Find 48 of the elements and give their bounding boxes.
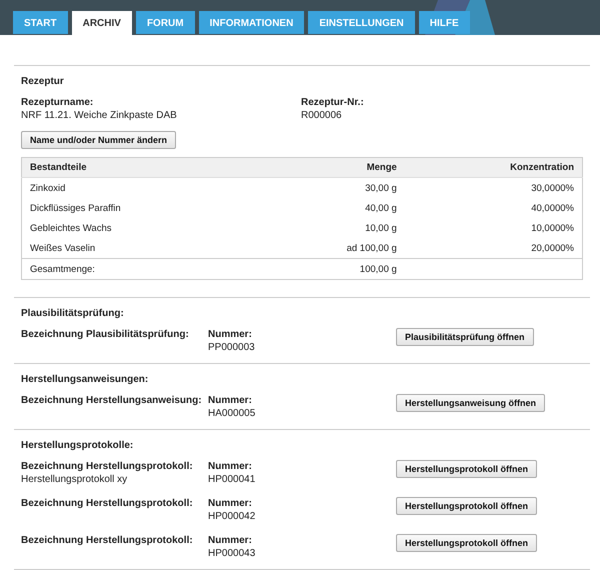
field-label: Nummer:	[208, 328, 253, 341]
field-label: Bezeichnung Herstellungsprotokoll:	[21, 460, 194, 473]
table-cell: Zinkoxid	[22, 178, 258, 198]
table-cell: ad 100,00 g	[258, 238, 405, 258]
field-value: R000006	[301, 109, 343, 122]
field-label: Nummer:	[208, 497, 253, 510]
field-label: Bezeichnung Herstellungsprotokoll:	[21, 534, 194, 547]
column-header: Menge	[258, 158, 405, 178]
table-cell: 20,0000%	[404, 238, 582, 258]
section-heading: Herstellungsprotokolle:	[21, 440, 134, 451]
field-label: Bezeichnung Herstellungsprotokoll:	[21, 497, 194, 510]
table-cell: Gesamtmenge:	[22, 258, 258, 280]
open-button[interactable]: Herstellungsanweisung öffnen	[396, 394, 546, 412]
table-cell: 100,00 g	[258, 258, 405, 280]
nav-tab[interactable]: ARCHIV	[72, 11, 132, 35]
table-cell: 30,00 g	[258, 178, 405, 198]
section-heading: Rezeptur	[21, 76, 65, 87]
field-label: Nummer:	[208, 394, 253, 407]
open-button[interactable]: Herstellungsprotokoll öffnen	[396, 460, 538, 478]
field-label: Bezeichnung Plausibilitätsprüfung:	[21, 328, 190, 341]
table-cell: Gebleichtes Wachs	[22, 218, 258, 238]
section-heading: Herstellungsanweisungen:	[21, 374, 150, 385]
table-cell: 10,0000%	[404, 218, 582, 238]
open-button[interactable]: Plausibilitätsprüfung öffnen	[396, 328, 534, 346]
table-cell: Weißes Vaselin	[22, 238, 258, 258]
field-value: HP000041	[208, 473, 256, 486]
change-name-button[interactable]: Name und/oder Nummer ändern	[21, 131, 176, 149]
open-button[interactable]: Herstellungsprotokoll öffnen	[396, 497, 538, 515]
table-cell: 30,0000%	[404, 178, 582, 198]
table-cell: Dickflüssiges Paraffin	[22, 198, 258, 218]
field-label: Rezeptur-Nr.:	[301, 96, 365, 109]
column-header: Bestandteile	[22, 158, 258, 178]
field-value: PP000003	[208, 341, 256, 354]
table-cell: 40,0000%	[404, 198, 582, 218]
table-cell-text: 40,00 g	[364, 202, 398, 216]
field-value: Herstellungsprotokoll xy	[21, 473, 128, 486]
table-cell-text: 10,00 g	[364, 222, 398, 236]
field-value: HP000043	[208, 547, 256, 560]
open-button[interactable]: Herstellungsprotokoll öffnen	[396, 534, 538, 552]
section-heading: Plausibilitätsprüfung:	[21, 308, 125, 319]
field-value: HA000005	[208, 407, 256, 420]
field-label: Rezepturname:	[21, 96, 94, 109]
field-label: Bezeichnung Herstellungsanweisung:	[21, 394, 203, 407]
field-label: Nummer:	[208, 460, 253, 473]
field-label: Nummer:	[208, 534, 253, 547]
field-value: NRF 11.21. Weiche Zinkpaste DAB	[21, 109, 178, 122]
column-header: Konzentration	[404, 158, 582, 178]
field-value: HP000042	[208, 510, 256, 523]
